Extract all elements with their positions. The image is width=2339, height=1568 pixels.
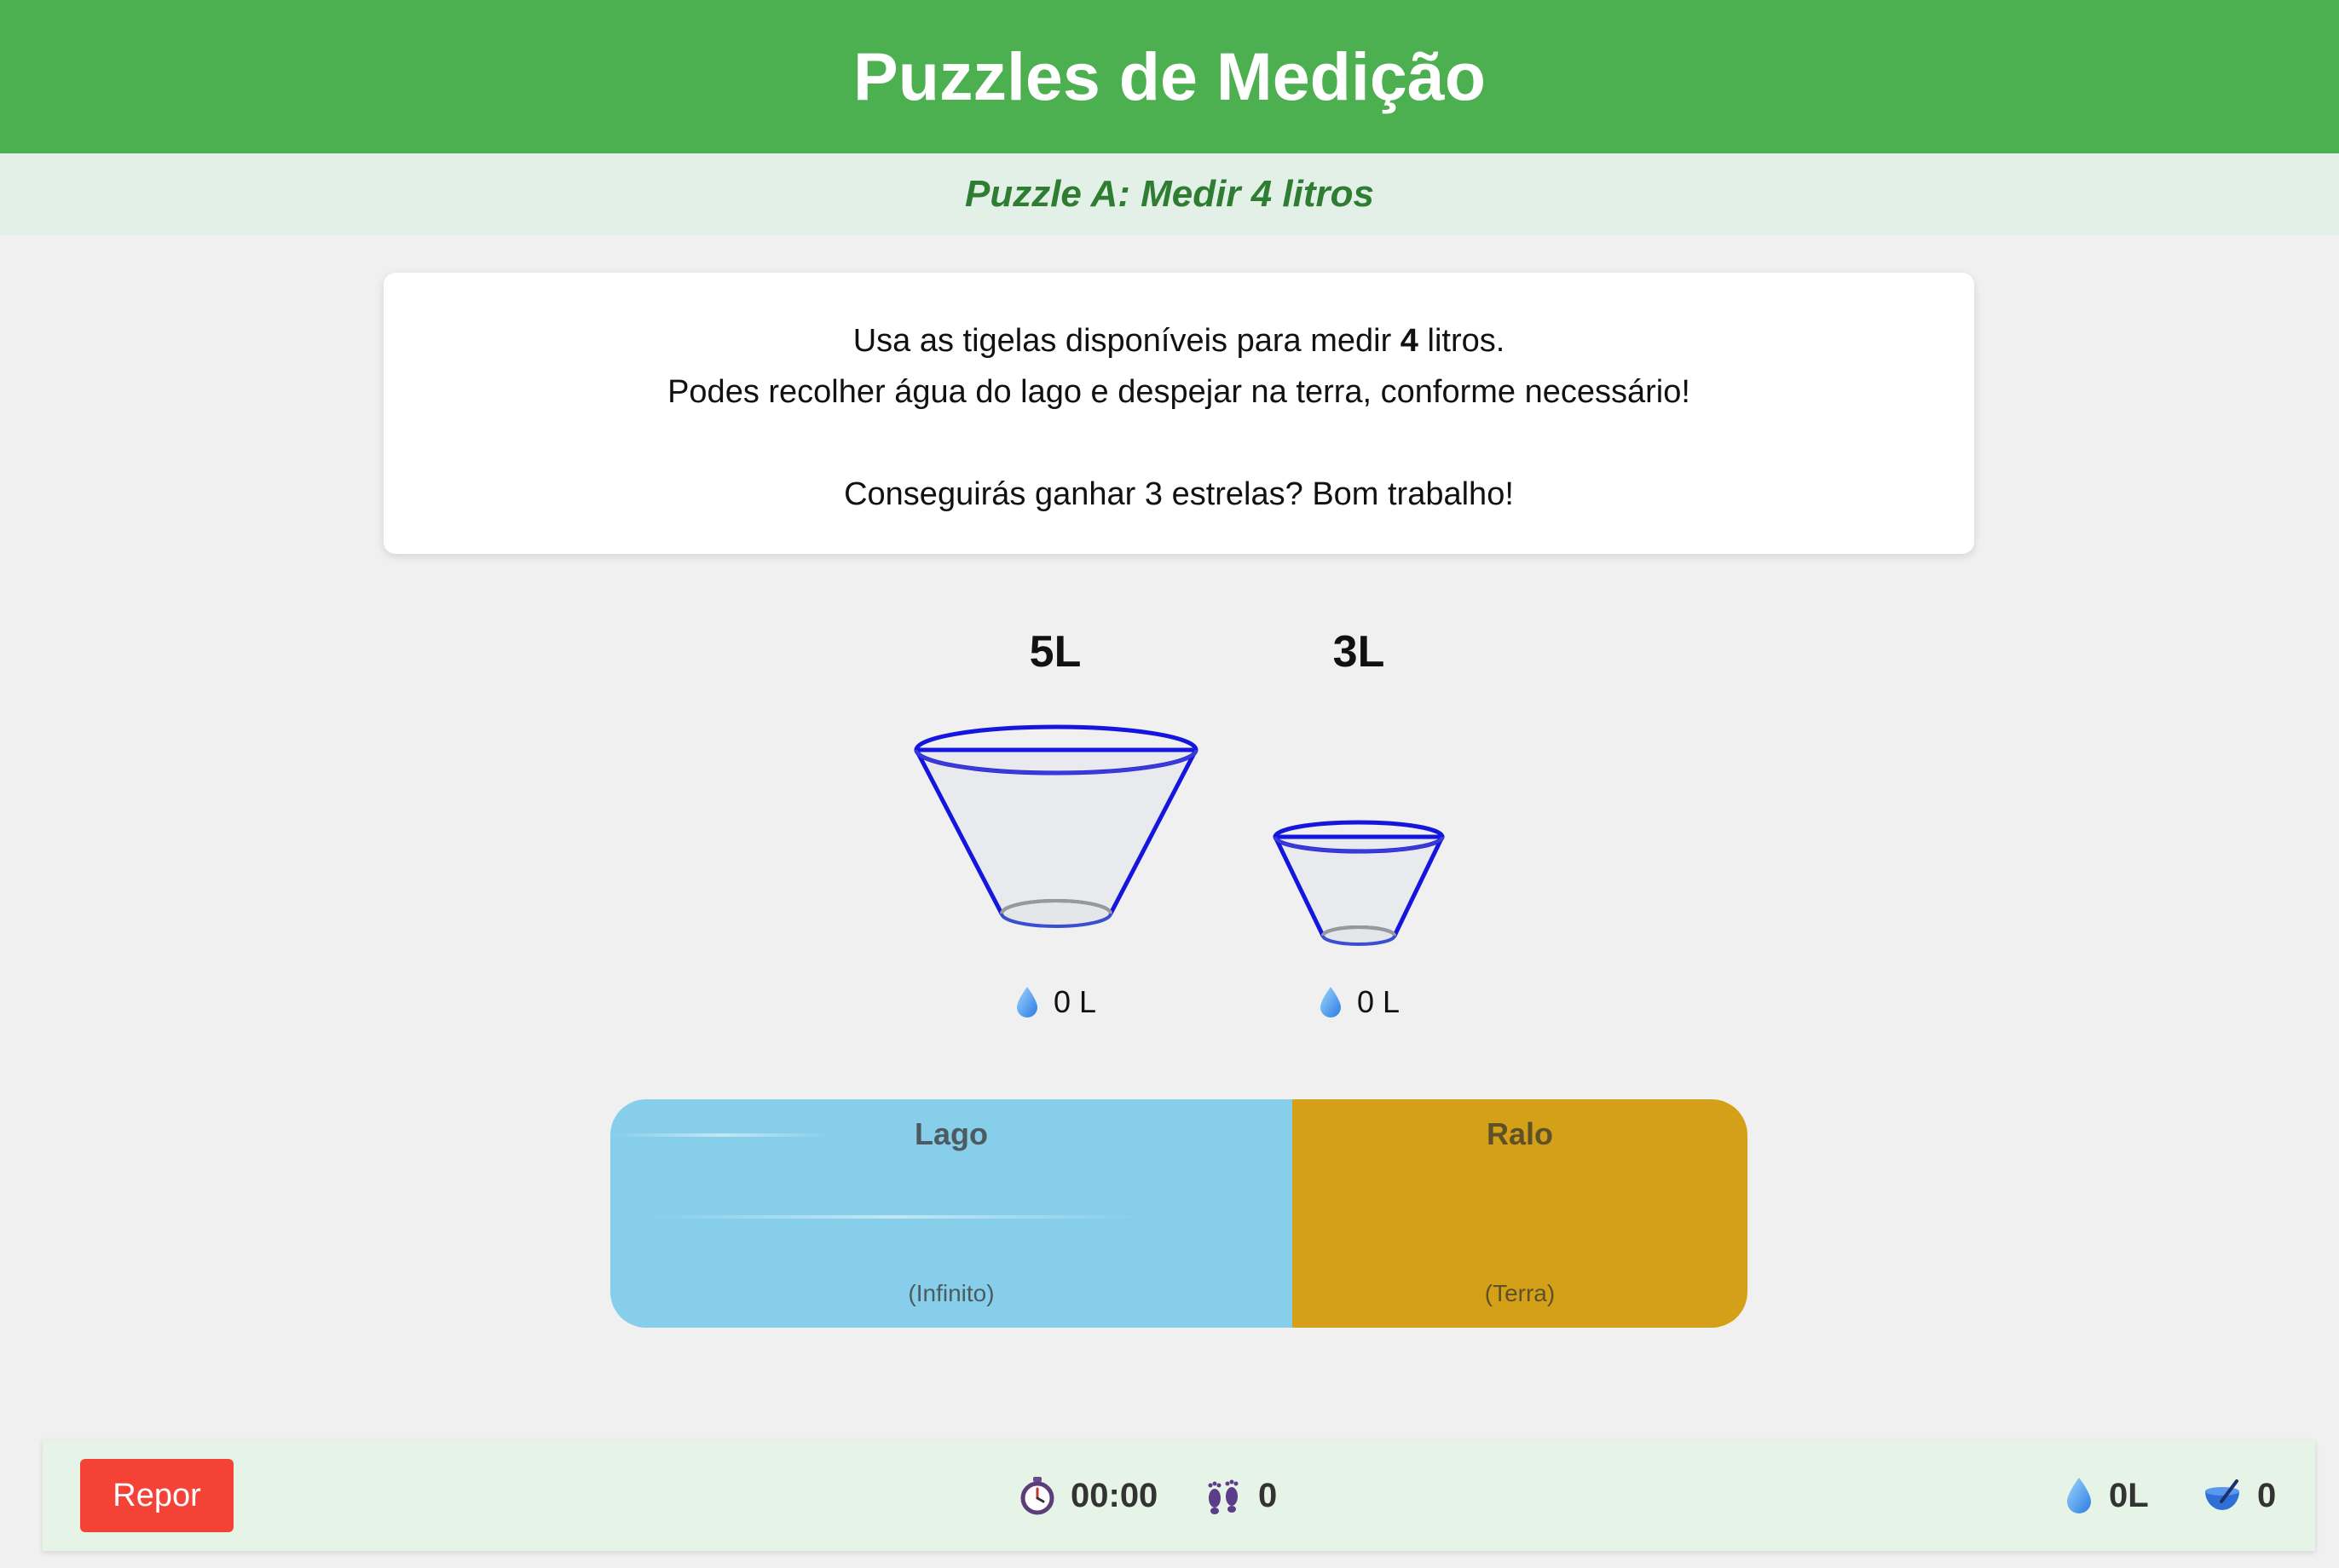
lake-label: Lago: [915, 1116, 988, 1151]
page-title: Puzzles de Medição: [853, 38, 1486, 114]
pours-stat: 0: [2203, 1440, 2276, 1551]
lake-note: (Infinito): [908, 1280, 995, 1306]
puzzle-bar: Puzzle A: Medir 4 litros: [0, 153, 2339, 235]
pour-bowl-icon: [2205, 1479, 2239, 1510]
footprints-icon: [1208, 1479, 1239, 1514]
water-stat: 0L: [2065, 1440, 2149, 1551]
puzzle-subtitle: Puzzle A: Medir 4 litros: [964, 173, 1374, 215]
pours-value: 0: [2257, 1476, 2277, 1514]
status-bar: Repor 00:00 0 0L 0: [43, 1440, 2315, 1551]
water-drop-icon: [1320, 987, 1341, 1017]
reset-button[interactable]: Repor: [80, 1459, 234, 1532]
drain-note: (Terra): [1484, 1280, 1556, 1306]
bowl-3l-amount: 0 L: [1318, 984, 1400, 1020]
timer-value: 00:00: [1071, 1476, 1158, 1514]
instruction-line-2: Podes recolher água do lago e despejar n…: [667, 374, 1690, 410]
lake-ripple: [644, 1215, 1139, 1219]
bowl-3l-capacity: 3L: [1332, 627, 1385, 677]
water-value: 0L: [2109, 1476, 2149, 1514]
water-drop-icon: [2067, 1478, 2091, 1513]
water-drop-icon: [1017, 987, 1037, 1017]
app-header: Puzzles de Medição: [0, 0, 2339, 153]
stopwatch-icon: [1020, 1477, 1054, 1515]
bowl-5l-amount: 0 L: [1014, 984, 1096, 1020]
steps-stat: 0: [1204, 1440, 1277, 1551]
instruction-line-1: Usa as tigelas disponíveis para medir 4 …: [852, 323, 1505, 359]
drain-zone[interactable]: Ralo (Terra): [1292, 1099, 1747, 1328]
timer-stat: 00:00: [1019, 1440, 1158, 1551]
bowl-5l[interactable]: [909, 716, 1204, 937]
drain-label: Ralo: [1486, 1116, 1553, 1151]
bowl-3l[interactable]: [1267, 810, 1451, 954]
instruction-line-3: Conseguirás ganhar 3 estrelas? Bom traba…: [844, 476, 1514, 512]
lake-zone[interactable]: Lago (Infinito): [610, 1099, 1292, 1328]
bowl-5l-capacity: 5L: [1029, 627, 1082, 677]
instructions-card: Usa as tigelas disponíveis para medir 4 …: [384, 273, 1974, 554]
steps-value: 0: [1258, 1476, 1278, 1514]
target-amount: 4: [1400, 323, 1418, 359]
